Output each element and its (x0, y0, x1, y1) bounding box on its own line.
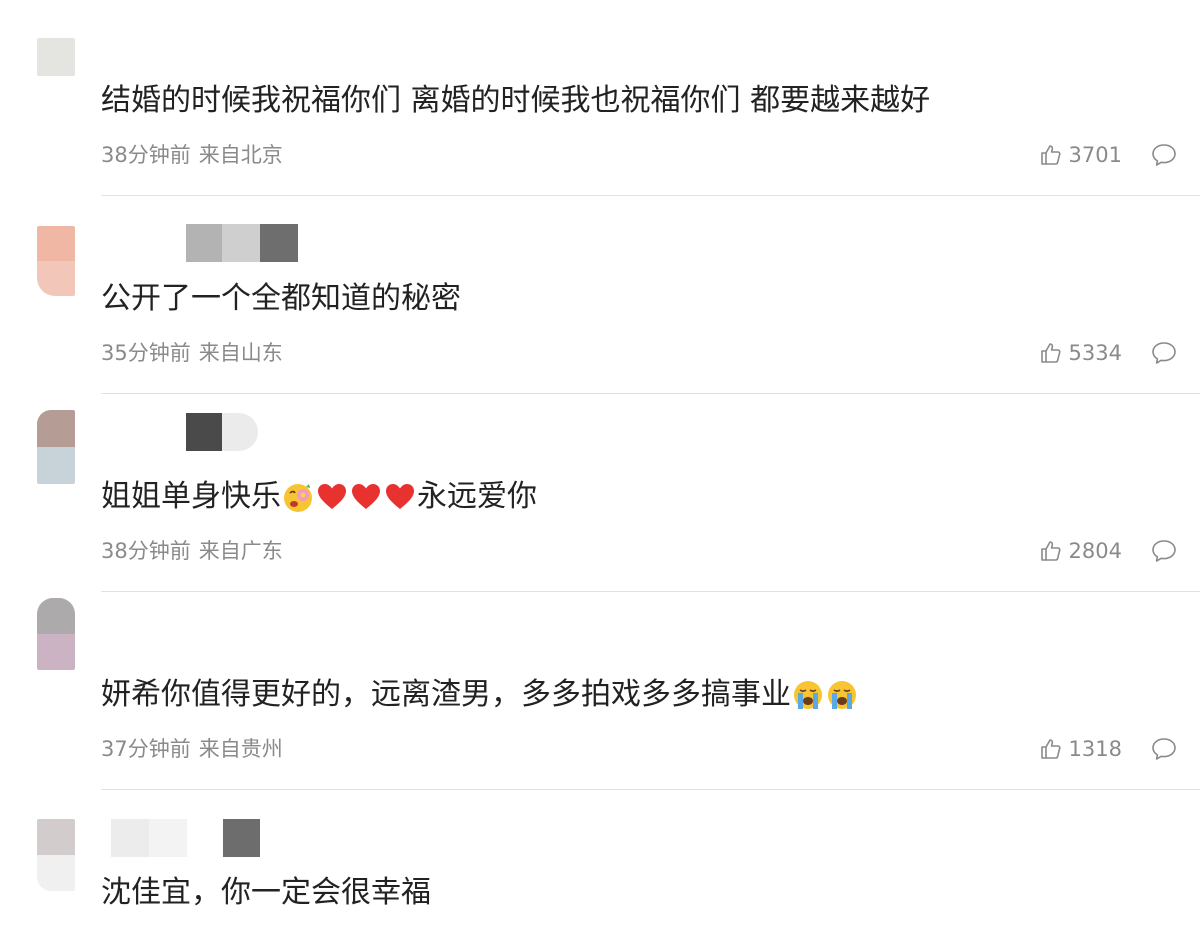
like-count: 2804 (1068, 539, 1122, 563)
red-heart-emoji (386, 484, 414, 509)
comment-location: 来自北京 (198, 143, 283, 167)
comment-meta: 35分钟前 来自山东 (101, 340, 283, 366)
comment-item: 沈佳宜，你一定会很幸福 (0, 792, 1200, 931)
like-button[interactable]: 1318 (1039, 736, 1122, 762)
avatar[interactable] (37, 38, 75, 76)
red-heart-emoji (352, 484, 380, 509)
like-count: 5334 (1068, 341, 1122, 365)
comment-time: 38分钟前 (101, 539, 191, 563)
divider (101, 195, 1200, 196)
username-blurred[interactable] (223, 819, 260, 857)
comment-time: 38分钟前 (101, 143, 191, 167)
comment-text: 沈佳宜，你一定会很幸福 (101, 875, 431, 910)
comment-item: 姐姐单身快乐 永远爱你 38分钟前 来自广东 2804 (0, 396, 1200, 594)
thumbs-up-icon (1040, 145, 1061, 165)
thumbs-up-icon (1040, 541, 1061, 561)
avatar[interactable] (37, 598, 75, 670)
thumbs-up-icon (1040, 739, 1061, 759)
reply-icon[interactable] (1151, 341, 1177, 365)
like-button[interactable]: 3701 (1039, 142, 1122, 168)
comment-text: 结婚的时候我祝福你们 离婚的时候我也祝福你们 都要越来越好 (101, 83, 931, 118)
comment-meta: 38分钟前 来自广东 (101, 538, 283, 564)
avatar[interactable] (37, 819, 75, 891)
like-count: 3701 (1068, 143, 1122, 167)
comment-time: 35分钟前 (101, 341, 191, 365)
red-heart-emoji (318, 484, 346, 509)
comment-text: 公开了一个全都知道的秘密 (101, 281, 461, 316)
comment-text: 姐姐单身快乐 永远爱你 (101, 479, 537, 514)
username-blurred[interactable] (186, 224, 298, 262)
like-button[interactable]: 5334 (1039, 340, 1122, 366)
comment-location: 来自山东 (198, 341, 283, 365)
reply-icon[interactable] (1151, 737, 1177, 761)
crying-face-emoji (828, 681, 856, 709)
like-count: 1318 (1068, 737, 1122, 761)
username-blurred[interactable] (186, 413, 258, 451)
like-button[interactable]: 2804 (1039, 538, 1122, 564)
comment-location: 来自广东 (198, 539, 283, 563)
comment-time: 37分钟前 (101, 737, 191, 761)
comment-item: 结婚的时候我祝福你们 离婚的时候我也祝福你们 都要越来越好 38分钟前 来自北京 … (0, 0, 1200, 198)
comment-item: 妍希你值得更好的，远离渣男，多多拍戏多多搞事业 37分钟前 来自贵州 1318 (0, 594, 1200, 792)
thumbs-up-icon (1040, 343, 1061, 363)
comment-item: 公开了一个全都知道的秘密 35分钟前 来自山东 5334 (0, 198, 1200, 396)
comment-meta: 38分钟前 来自北京 (101, 142, 283, 168)
avatar[interactable] (37, 410, 75, 484)
comment-location: 来自贵州 (198, 737, 283, 761)
avatar[interactable] (37, 226, 75, 296)
reply-icon[interactable] (1151, 143, 1177, 167)
divider (101, 591, 1200, 592)
flower-face-emoji (284, 484, 312, 512)
comment-meta: 37分钟前 来自贵州 (101, 736, 283, 762)
comment-text: 妍希你值得更好的，远离渣男，多多拍戏多多搞事业 (101, 675, 859, 715)
divider (101, 393, 1200, 394)
crying-face-emoji (794, 681, 822, 709)
username-blurred[interactable] (111, 819, 187, 857)
divider (101, 789, 1200, 790)
reply-icon[interactable] (1151, 539, 1177, 563)
